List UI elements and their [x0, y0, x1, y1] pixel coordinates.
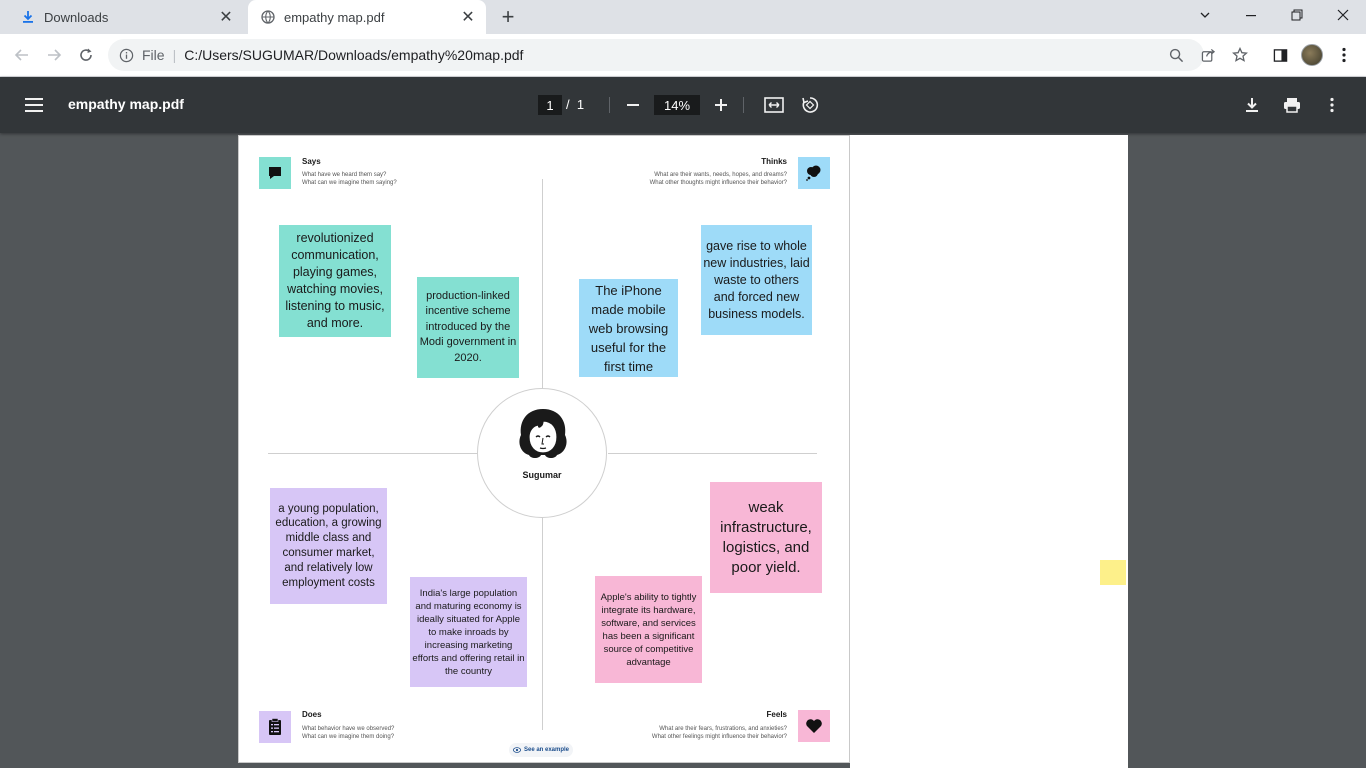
address-bar[interactable]: File | C:/Users/SUGUMAR/Downloads/empath… — [108, 39, 1204, 71]
pdf-canvas-extension — [850, 135, 1128, 768]
page-separator: / — [566, 97, 570, 112]
profile-avatar[interactable] — [1298, 41, 1326, 69]
star-icon[interactable] — [1232, 47, 1248, 63]
avatar — [1301, 44, 1323, 66]
heart-icon — [798, 710, 830, 742]
tab-search-chevron-icon[interactable] — [1182, 0, 1228, 30]
forward-arrow-icon[interactable] — [40, 41, 68, 69]
does-title: Does — [302, 710, 322, 719]
tab-title: Downloads — [44, 9, 109, 25]
print-icon[interactable] — [1280, 93, 1304, 117]
info-icon[interactable] — [118, 47, 134, 63]
tab-strip: Downloads ✕ empathy map.pdf ✕ + — [0, 0, 1366, 34]
more-options-icon[interactable] — [1320, 93, 1344, 117]
clipboard-icon — [259, 711, 291, 743]
zoom-search-icon[interactable] — [1168, 47, 1184, 63]
says-note-1: revolutionized communication, playing ga… — [279, 225, 391, 337]
total-pages: 1 — [576, 97, 585, 112]
scheme-label: File — [142, 47, 165, 63]
persona-circle: Sugumar — [477, 388, 607, 518]
reload-icon[interactable] — [72, 41, 100, 69]
thinks-note-1: The iPhone made mobile web browsing usef… — [579, 279, 678, 377]
close-icon[interactable]: ✕ — [216, 7, 236, 27]
back-arrow-icon[interactable] — [8, 41, 36, 69]
feels-note-1: Apple's ability to tightly integrate its… — [595, 576, 702, 683]
restore-button[interactable] — [1274, 0, 1320, 30]
page-number-input[interactable]: 1 — [538, 95, 562, 115]
download-icon[interactable] — [1240, 93, 1264, 117]
says-title: Says — [302, 157, 321, 166]
says-note-2: production-linked incentive scheme intro… — [417, 277, 519, 378]
feels-subtitle-2: What other feelings might influence thei… — [651, 734, 787, 740]
tab-empathy-map[interactable]: empathy map.pdf ✕ — [248, 0, 486, 34]
url-text: C:/Users/SUGUMAR/Downloads/empathy%20map… — [184, 47, 524, 63]
kebab-menu-icon[interactable] — [1330, 41, 1358, 69]
thinks-subtitle-1: What are their wants, needs, hopes, and … — [654, 172, 787, 178]
zoom-in-icon[interactable] — [709, 93, 733, 117]
page-count: / 1 — [566, 97, 584, 112]
says-subtitle-1: What have we heard them say? — [302, 172, 387, 178]
tab-title: empathy map.pdf — [284, 9, 385, 25]
does-note-2: India's large population and maturing ec… — [410, 577, 527, 687]
globe-icon — [260, 9, 276, 25]
minimize-button[interactable] — [1228, 0, 1274, 30]
rotate-icon[interactable] — [798, 93, 822, 117]
see-example-label: See an example — [523, 747, 570, 753]
pdf-toolbar: empathy map.pdf 1 / 1 14% — [0, 77, 1366, 133]
eye-icon — [512, 747, 521, 753]
yellow-sticky-note — [1100, 560, 1126, 585]
thought-cloud-icon — [798, 157, 830, 189]
thinks-title: Thinks — [761, 157, 787, 166]
share-icon[interactable] — [1200, 47, 1216, 63]
pdf-title: empathy map.pdf — [68, 96, 184, 112]
toolbar-divider — [743, 97, 744, 113]
does-subtitle-2: What can we imagine them doing? — [302, 734, 395, 740]
persona-name: Sugumar — [522, 470, 562, 480]
new-tab-button[interactable]: + — [496, 4, 520, 29]
download-icon — [20, 9, 36, 25]
hamburger-menu-icon[interactable] — [22, 93, 46, 117]
side-panel-icon[interactable] — [1266, 41, 1294, 69]
fit-to-page-icon[interactable] — [762, 93, 786, 117]
thinks-subtitle-2: What other thoughts might influence thei… — [649, 180, 787, 186]
feels-title: Feels — [766, 710, 787, 719]
horizontal-axis-right — [608, 453, 817, 454]
zoom-level-input[interactable]: 14% — [654, 95, 700, 115]
does-note-1: a young population, education, a growing… — [270, 488, 387, 604]
speech-bubble-icon — [259, 157, 291, 189]
says-subtitle-2: What can we imagine them saying? — [302, 180, 397, 186]
empathy-map-page: Says What have we heard them say? What c… — [238, 135, 850, 763]
feels-subtitle-1: What are their fears, frustrations, and … — [659, 726, 787, 732]
thinks-note-2: gave rise to whole new industries, laid … — [701, 225, 812, 335]
does-subtitle-1: What behavior have we observed? — [302, 726, 395, 732]
horizontal-axis-left — [268, 453, 477, 454]
zoom-out-icon[interactable] — [621, 93, 645, 117]
persona-face-icon — [519, 409, 567, 458]
omnibox-divider: | — [172, 47, 177, 63]
tab-downloads[interactable]: Downloads ✕ — [8, 0, 244, 34]
close-window-button[interactable] — [1320, 0, 1366, 30]
toolbar-divider — [609, 97, 610, 113]
see-example-link[interactable]: See an example — [509, 743, 573, 757]
close-icon[interactable]: ✕ — [458, 7, 478, 27]
feels-note-2: weak infrastructure, logistics, and poor… — [710, 482, 822, 593]
browser-toolbar: File | C:/Users/SUGUMAR/Downloads/empath… — [0, 34, 1366, 77]
